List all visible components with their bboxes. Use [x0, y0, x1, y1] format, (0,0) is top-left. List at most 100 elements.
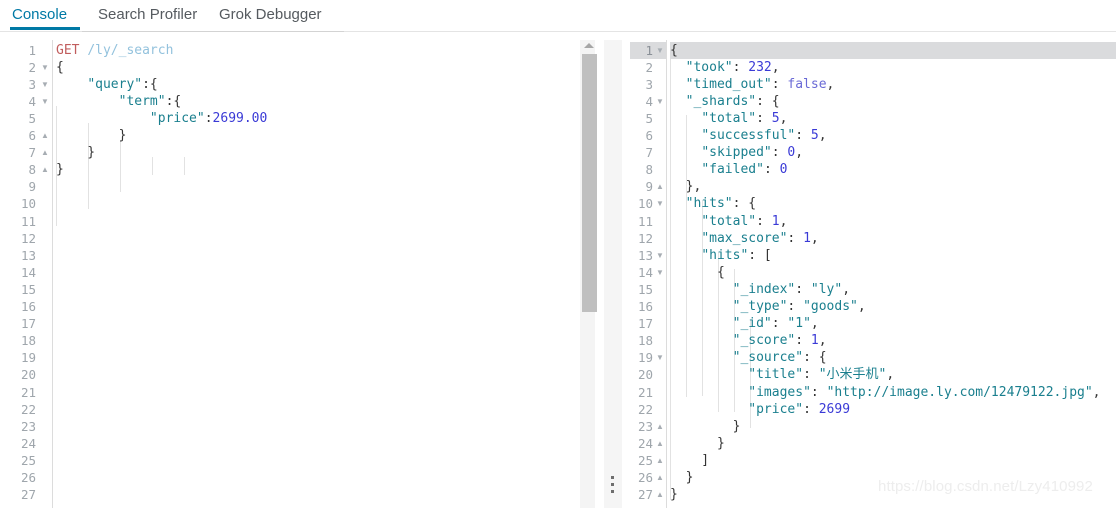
line-number[interactable]: 13	[0, 247, 52, 264]
line-number[interactable]: 9	[0, 178, 52, 195]
code-line[interactable]: "hits": {	[670, 195, 756, 212]
code-line[interactable]: "term":{	[56, 93, 182, 110]
request-editor[interactable]: GET /ly/_search{ "query":{ "term":{ "pri…	[0, 40, 578, 508]
code-line[interactable]: }	[670, 486, 678, 503]
request-gutter[interactable]: 1 2 ▼ 3 ▼ 4 ▼ 5 6 ▲ 7 ▲ 8 ▲ 9 10 11 12 13 14 15 16 17 18 19 20 21 2…	[0, 40, 52, 508]
line-number[interactable]: 20	[630, 366, 666, 383]
code-line[interactable]: }	[56, 161, 64, 178]
line-number[interactable]: 10	[0, 195, 52, 212]
code-line[interactable]: }	[56, 144, 95, 161]
line-number[interactable]: 8	[630, 161, 666, 178]
line-number[interactable]: 16	[0, 298, 52, 315]
fold-collapse-icon[interactable]: ▼	[40, 93, 50, 110]
fold-collapse-icon[interactable]: ▼	[655, 264, 665, 281]
line-number[interactable]: 21	[630, 384, 666, 401]
tab-console[interactable]: Console	[10, 0, 80, 30]
fold-expand-icon[interactable]: ▲	[655, 418, 665, 435]
code-line[interactable]: "query":{	[56, 76, 157, 93]
line-number[interactable]: 16	[630, 298, 666, 315]
line-number[interactable]: 25	[0, 452, 52, 469]
fold-expand-icon[interactable]: ▲	[655, 178, 665, 195]
fold-collapse-icon[interactable]: ▼	[40, 59, 50, 76]
code-line[interactable]: "_source": {	[670, 349, 827, 366]
line-number[interactable]: 5	[630, 110, 666, 127]
line-number[interactable]: 18	[0, 332, 52, 349]
line-number[interactable]: 17	[630, 315, 666, 332]
code-line[interactable]: "hits": [	[670, 247, 771, 264]
response-code-area[interactable]: { "took": 232, "timed_out": false, "_sha…	[670, 40, 1116, 508]
code-line[interactable]: "took": 232,	[670, 59, 780, 76]
code-line[interactable]: "_index": "ly",	[670, 281, 850, 298]
fold-expand-icon[interactable]: ▲	[655, 435, 665, 452]
code-line[interactable]: "total": 5,	[670, 110, 787, 127]
fold-collapse-icon[interactable]: ▼	[655, 247, 665, 264]
line-number[interactable]: 11	[0, 213, 52, 230]
code-line[interactable]: "_score": 1,	[670, 332, 827, 349]
code-line[interactable]: "successful": 5,	[670, 127, 826, 144]
line-number[interactable]: 22	[0, 401, 52, 418]
line-number[interactable]: 24	[0, 435, 52, 452]
line-number[interactable]: 7	[630, 144, 666, 161]
code-line[interactable]: "price": 2699	[670, 401, 850, 418]
fold-collapse-icon[interactable]: ▼	[655, 195, 665, 212]
code-line[interactable]: }	[670, 435, 725, 452]
fold-expand-icon[interactable]: ▲	[655, 452, 665, 469]
code-line[interactable]: }	[670, 418, 741, 435]
line-number[interactable]: 22	[630, 401, 666, 418]
fold-expand-icon[interactable]: ▲	[655, 486, 665, 503]
code-line[interactable]: {	[56, 59, 64, 76]
line-number[interactable]: 20	[0, 366, 52, 383]
code-line[interactable]: {	[670, 264, 725, 281]
line-number[interactable]: 26	[0, 469, 52, 486]
line-number[interactable]: 27	[0, 486, 52, 503]
line-number[interactable]: 21	[0, 384, 52, 401]
line-number[interactable]: 2	[630, 59, 666, 76]
code-line[interactable]: },	[670, 178, 702, 195]
pane-divider[interactable]	[604, 40, 622, 508]
response-gutter[interactable]: 1 ▼ 2 3 4 ▼ 5 6 7 8 9 ▲ 10 ▼ 11 12 13 ▼ 14 ▼ 15 16 17 18 19 ▼ 20 21…	[630, 40, 666, 508]
line-number[interactable]: 15	[630, 281, 666, 298]
line-number[interactable]: 17	[0, 315, 52, 332]
request-scrollbar-track[interactable]	[580, 40, 597, 508]
line-number[interactable]: 18	[630, 332, 666, 349]
line-number[interactable]: 12	[0, 230, 52, 247]
fold-collapse-icon[interactable]: ▼	[655, 93, 665, 110]
line-number[interactable]: 3	[630, 76, 666, 93]
line-number[interactable]: 14	[0, 264, 52, 281]
code-line[interactable]: "images": "http://image.ly.com/12479122.…	[670, 384, 1100, 401]
code-line[interactable]: "timed_out": false,	[670, 76, 835, 93]
fold-expand-icon[interactable]: ▲	[655, 469, 665, 486]
code-line[interactable]: "price":2699.00	[56, 110, 267, 127]
line-number[interactable]: 19	[0, 349, 52, 366]
code-line[interactable]: "total": 1,	[670, 213, 787, 230]
pane-resize-handle-icon[interactable]	[611, 476, 615, 497]
tab-grok-debugger[interactable]: Grok Debugger	[217, 0, 324, 29]
code-line[interactable]: ]	[670, 452, 709, 469]
code-line[interactable]: "max_score": 1,	[670, 230, 818, 247]
code-line[interactable]: {	[670, 42, 678, 59]
code-line[interactable]: }	[56, 127, 127, 144]
fold-collapse-icon[interactable]: ▼	[655, 349, 665, 366]
line-number[interactable]: 11	[630, 213, 666, 230]
fold-expand-icon[interactable]: ▲	[40, 161, 50, 178]
fold-expand-icon[interactable]: ▲	[40, 127, 50, 144]
line-number[interactable]: 5	[0, 110, 52, 127]
request-scrollbar-thumb[interactable]	[582, 54, 597, 312]
code-line[interactable]: }	[670, 469, 694, 486]
line-number[interactable]: 23	[0, 418, 52, 435]
code-line[interactable]: "_type": "goods",	[670, 298, 866, 315]
code-line[interactable]: "_id": "1",	[670, 315, 819, 332]
line-number[interactable]: 12	[630, 230, 666, 247]
fold-collapse-icon[interactable]: ▼	[40, 76, 50, 93]
fold-collapse-icon[interactable]: ▼	[655, 42, 665, 59]
code-line[interactable]: "title": "小米手机",	[670, 366, 894, 383]
tab-search-profiler[interactable]: Search Profiler	[96, 0, 199, 29]
code-line[interactable]: GET /ly/_search	[56, 42, 173, 59]
response-editor[interactable]: { "took": 232, "timed_out": false, "_sha…	[630, 40, 1116, 508]
code-line[interactable]: "skipped": 0,	[670, 144, 803, 161]
code-line[interactable]: "failed": 0	[670, 161, 787, 178]
line-number[interactable]: 1	[0, 42, 52, 59]
request-code-area[interactable]: GET /ly/_search{ "query":{ "term":{ "pri…	[56, 40, 576, 508]
fold-expand-icon[interactable]: ▲	[40, 144, 50, 161]
line-number[interactable]: 6	[630, 127, 666, 144]
